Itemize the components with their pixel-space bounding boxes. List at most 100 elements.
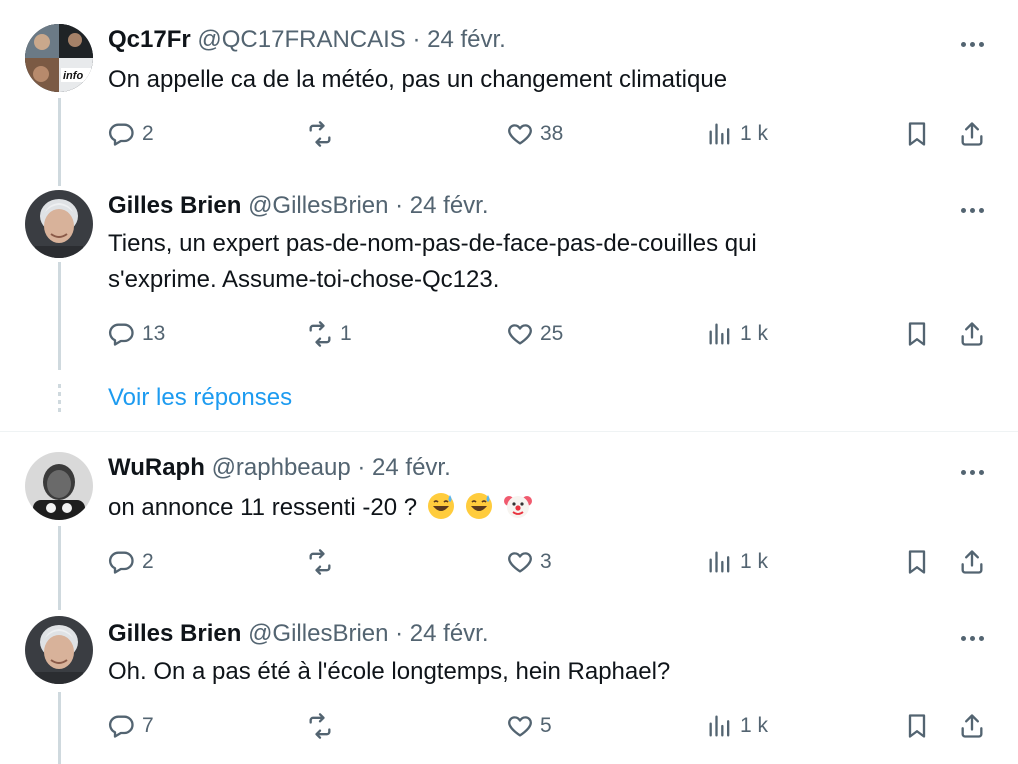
view-count: 1 k (740, 714, 769, 737)
reply-button[interactable]: 7 (108, 710, 154, 742)
tweet[interactable]: WuRaph @raphbeaup · 24 févr. on annonce … (0, 432, 1018, 610)
tweet-text: on annonce 11 ressenti -20 ? (108, 490, 968, 526)
reply-icon (108, 551, 134, 574)
analytics-icon (709, 551, 730, 573)
grinning-sweat-emoji (427, 493, 454, 519)
like-count: 25 (540, 322, 564, 345)
like-button[interactable]: 25 (506, 318, 563, 350)
tweet[interactable]: Gilles Brien @GillesBrien · 24 févr. Oh.… (0, 610, 1018, 764)
views-button[interactable]: 1 k (706, 546, 768, 578)
bookmark-icon (908, 550, 926, 574)
share-icon (961, 550, 983, 574)
more-options-button[interactable] (958, 628, 988, 648)
reply-count: 2 (142, 550, 154, 573)
tweet[interactable]: info Qc17Fr @QC17FRANCAIS · 24 févr. On … (0, 0, 1018, 186)
reply-count: 7 (142, 714, 154, 737)
author-name[interactable]: Gilles Brien (108, 620, 241, 647)
tweet-text: On appelle ca de la météo, pas un change… (108, 66, 728, 93)
tweet-text-line: s'exprime. Assume-toi-chose-Qc123. (108, 266, 500, 293)
more-options-button[interactable] (958, 462, 988, 482)
tweet-date[interactable]: · 24 févr. (412, 26, 505, 53)
share-button[interactable] (958, 118, 986, 150)
avatar-photo (25, 616, 93, 684)
avatar[interactable]: info (25, 24, 93, 92)
reply-button[interactable]: 2 (108, 118, 154, 150)
view-count: 1 k (740, 322, 769, 345)
author-name[interactable]: Qc17Fr (108, 26, 191, 53)
tweet-header: WuRaph @raphbeaup · 24 févr. (108, 452, 451, 484)
avatar-photo (25, 452, 93, 520)
tweet-actions: 13 1 25 1 k (0, 318, 1018, 350)
share-button[interactable] (958, 318, 986, 350)
repost-count: 1 (340, 322, 352, 345)
reply-icon (108, 323, 134, 346)
bookmark-button[interactable] (903, 118, 931, 150)
repost-button[interactable] (306, 710, 340, 742)
views-button[interactable]: 1 k (706, 318, 768, 350)
tweet-actions: 2 38 1 k (0, 118, 1018, 150)
repost-button[interactable] (306, 118, 340, 150)
share-button[interactable] (958, 546, 986, 578)
author-name[interactable]: WuRaph (108, 454, 205, 481)
tweet-date[interactable]: · 24 févr. (357, 454, 450, 481)
avatar-photo (25, 190, 93, 258)
avatar[interactable] (25, 616, 93, 684)
tweet[interactable]: Gilles Brien @GillesBrien · 24 févr. Tie… (0, 186, 1018, 386)
repost-icon (309, 713, 331, 739)
bookmark-icon (908, 714, 926, 738)
tweet-date[interactable]: · 24 févr. (395, 192, 488, 219)
avatar[interactable] (25, 452, 93, 520)
show-replies-link[interactable]: Voir les réponses (108, 384, 292, 412)
author-name[interactable]: Gilles Brien (108, 192, 241, 219)
tweet-header: Qc17Fr @QC17FRANCAIS · 24 févr. (108, 24, 506, 56)
view-count: 1 k (740, 550, 769, 573)
avatar-collage-image: info (25, 24, 93, 92)
more-options-button[interactable] (958, 34, 988, 54)
tweet-text: Tiens, un expert pas-de-nom-pas-de-face-… (108, 226, 968, 298)
bookmark-button[interactable] (903, 710, 931, 742)
tweet-text: Oh. On a pas été à l'école longtemps, he… (108, 658, 671, 685)
bookmark-icon (908, 122, 926, 146)
tweet-header: Gilles Brien @GillesBrien · 24 févr. (108, 190, 489, 222)
like-button[interactable]: 3 (506, 546, 552, 578)
analytics-icon (709, 323, 730, 345)
repost-icon (309, 321, 331, 347)
reply-count: 13 (142, 322, 166, 345)
author-handle[interactable]: @GillesBrien (248, 192, 388, 219)
analytics-icon (709, 123, 730, 145)
repost-button[interactable] (306, 546, 340, 578)
avatar[interactable] (25, 190, 93, 258)
like-button[interactable]: 38 (506, 118, 563, 150)
heart-icon (508, 552, 532, 573)
share-icon (961, 122, 983, 146)
like-button[interactable]: 5 (506, 710, 552, 742)
views-button[interactable]: 1 k (706, 118, 768, 150)
views-button[interactable]: 1 k (706, 710, 768, 742)
reply-icon (108, 715, 134, 738)
bookmark-button[interactable] (903, 546, 931, 578)
tweet-actions: 7 5 1 k (0, 710, 1018, 742)
heart-icon (508, 716, 532, 737)
tweet-actions: 2 3 1 k (0, 546, 1018, 578)
heart-icon (508, 124, 532, 145)
reply-button[interactable]: 13 (108, 318, 165, 350)
svg-text:info: info (63, 70, 83, 82)
reply-count: 2 (142, 122, 154, 145)
thread-dots (58, 384, 61, 414)
bookmark-button[interactable] (903, 318, 931, 350)
tweet-date[interactable]: · 24 févr. (395, 620, 488, 647)
clown-emoji (504, 496, 533, 518)
tweet-text-content: on annonce 11 ressenti -20 ? (108, 494, 418, 521)
repost-button[interactable]: 1 (306, 318, 352, 350)
author-handle[interactable]: @GillesBrien (248, 620, 388, 647)
author-handle[interactable]: @raphbeaup (212, 454, 351, 481)
reply-button[interactable]: 2 (108, 546, 154, 578)
share-icon (961, 714, 983, 738)
heart-icon (508, 324, 532, 345)
share-button[interactable] (958, 710, 986, 742)
more-options-button[interactable] (958, 200, 988, 220)
tweet-header: Gilles Brien @GillesBrien · 24 févr. (108, 618, 489, 650)
view-count: 1 k (740, 122, 769, 145)
author-handle[interactable]: @QC17FRANCAIS (197, 26, 405, 53)
tweet-text-line: Tiens, un expert pas-de-nom-pas-de-face-… (108, 230, 757, 257)
